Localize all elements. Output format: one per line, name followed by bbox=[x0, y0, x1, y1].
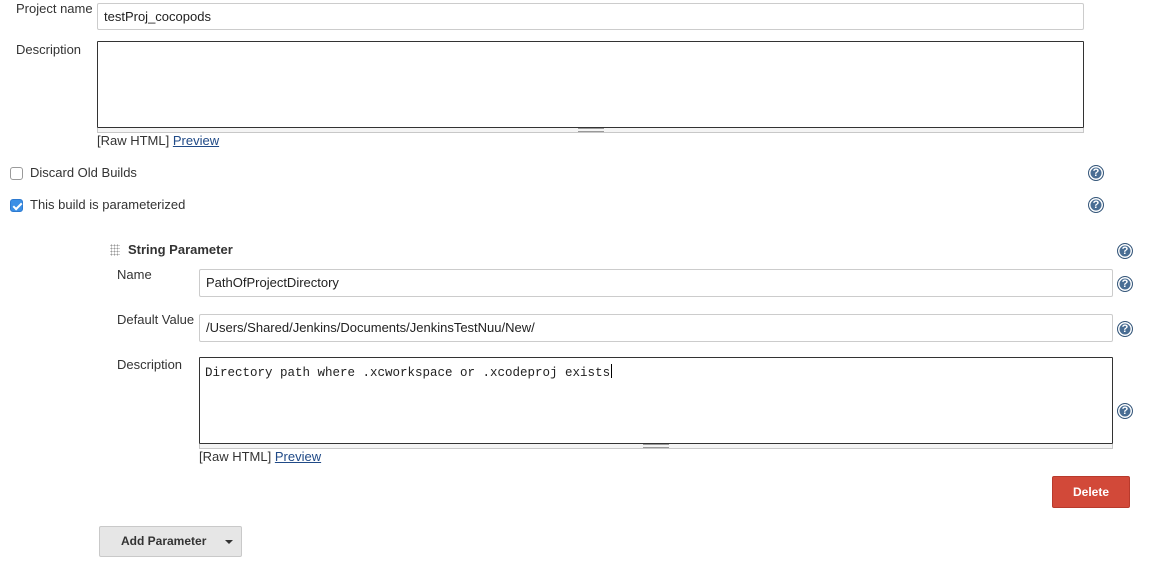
delete-button[interactable]: Delete bbox=[1052, 476, 1130, 508]
parameter-name-input[interactable]: PathOfProjectDirectory bbox=[199, 269, 1113, 297]
project-name-input[interactable]: testProj_cocopods bbox=[97, 3, 1084, 30]
parameter-description-resize-handle[interactable] bbox=[199, 444, 1113, 449]
default-value-label: Default Value bbox=[117, 312, 195, 327]
preview-link[interactable]: Preview bbox=[173, 133, 219, 148]
help-icon[interactable]: ? bbox=[1088, 165, 1104, 181]
drag-handle-icon[interactable] bbox=[110, 244, 120, 256]
add-parameter-label: Add Parameter bbox=[121, 534, 207, 548]
help-icon[interactable]: ? bbox=[1117, 403, 1133, 419]
parameterized-checkbox[interactable] bbox=[10, 199, 23, 212]
parameter-description-text: Directory path where .xcworkspace or .xc… bbox=[205, 364, 613, 380]
description-resize-handle[interactable] bbox=[97, 128, 1084, 133]
description-label: Description bbox=[16, 42, 82, 57]
parameter-description-textarea[interactable]: Directory path where .xcworkspace or .xc… bbox=[199, 357, 1113, 444]
help-icon[interactable]: ? bbox=[1117, 276, 1133, 292]
description-text bbox=[98, 42, 1083, 54]
parameter-description-label: Description bbox=[117, 357, 183, 372]
raw-html-label: [Raw HTML] bbox=[97, 133, 170, 148]
parameter-name-label: Name bbox=[117, 267, 152, 282]
project-name-label: Project name bbox=[16, 1, 93, 16]
parameter-format-row: [Raw HTML] Preview bbox=[199, 449, 321, 464]
add-parameter-button[interactable]: Add Parameter bbox=[99, 526, 242, 557]
help-icon[interactable]: ? bbox=[1117, 243, 1133, 259]
default-value-input[interactable]: /Users/Shared/Jenkins/Documents/JenkinsT… bbox=[199, 314, 1113, 342]
preview-link[interactable]: Preview bbox=[275, 449, 321, 464]
description-textarea[interactable] bbox=[97, 41, 1084, 128]
help-icon[interactable]: ? bbox=[1117, 321, 1133, 337]
discard-old-builds-label: Discard Old Builds bbox=[30, 165, 137, 180]
description-format-row: [Raw HTML] Preview bbox=[97, 133, 219, 148]
help-icon[interactable]: ? bbox=[1088, 197, 1104, 213]
chevron-down-icon bbox=[225, 540, 233, 544]
string-parameter-title: String Parameter bbox=[128, 242, 233, 257]
raw-html-label: [Raw HTML] bbox=[199, 449, 272, 464]
discard-old-builds-checkbox[interactable] bbox=[10, 167, 23, 180]
parameterized-label: This build is parameterized bbox=[30, 197, 186, 212]
